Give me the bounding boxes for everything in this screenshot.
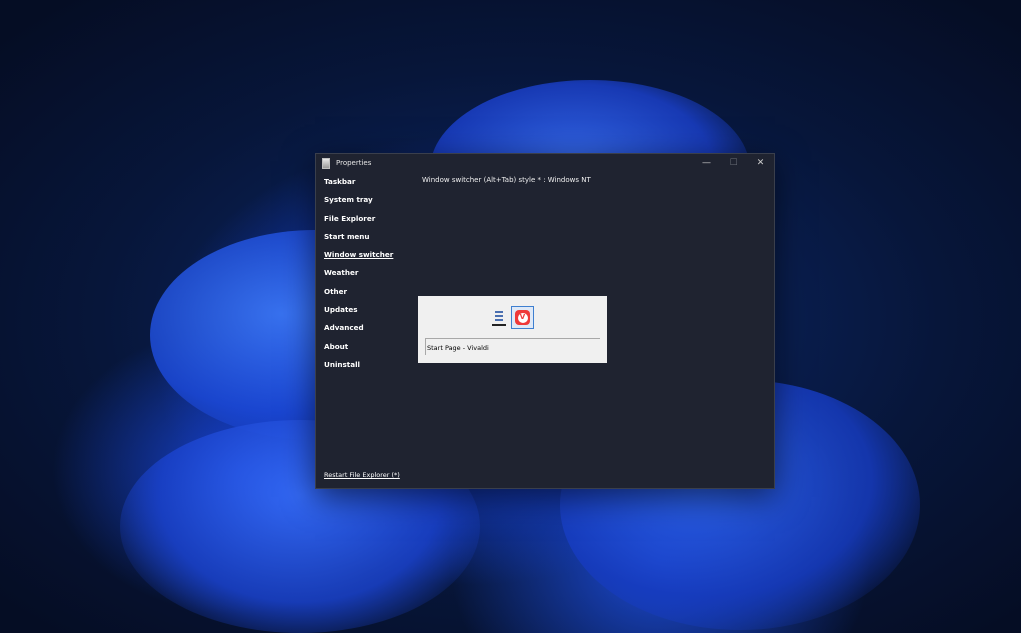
vivaldi-glyph: V — [517, 312, 528, 323]
sidebar-item-updates[interactable]: Updates — [324, 305, 414, 323]
maximize-button[interactable]: ☐ — [720, 154, 747, 172]
preview-thumbnails: V — [490, 306, 534, 329]
sidebar-item-start-menu[interactable]: Start menu — [324, 232, 414, 250]
sidebar-item-window-switcher[interactable]: Window switcher — [324, 250, 414, 268]
minimize-button[interactable]: — — [693, 154, 720, 172]
restart-file-explorer-link[interactable]: Restart File Explorer (*) — [324, 471, 400, 479]
preview-caption: Start Page - Vivaldi — [427, 344, 489, 352]
sidebar-item-weather[interactable]: Weather — [324, 268, 414, 286]
close-button[interactable]: ✕ — [747, 154, 774, 172]
sidebar-nav: Taskbar System tray File Explorer Start … — [324, 177, 414, 378]
window-title: Properties — [336, 159, 372, 167]
window-switcher-style-setting[interactable]: Window switcher (Alt+Tab) style * : Wind… — [422, 176, 591, 184]
sidebar-item-system-tray[interactable]: System tray — [324, 195, 414, 213]
sidebar-item-advanced[interactable]: Advanced — [324, 323, 414, 341]
alt-tab-preview: V Start Page - Vivaldi — [418, 296, 607, 363]
sidebar-item-taskbar[interactable]: Taskbar — [324, 177, 414, 195]
properties-window: Properties — ☐ ✕ Taskbar System tray Fil… — [315, 153, 775, 489]
sidebar-item-uninstall[interactable]: Uninstall — [324, 360, 414, 378]
properties-app-icon — [322, 157, 330, 169]
vivaldi-icon: V — [515, 310, 530, 325]
sidebar-item-about[interactable]: About — [324, 342, 414, 360]
sidebar-item-other[interactable]: Other — [324, 287, 414, 305]
preview-divider — [425, 338, 600, 339]
window-controls: — ☐ ✕ — [693, 154, 774, 172]
notepad-icon — [490, 308, 508, 328]
vivaldi-thumbnail-selected: V — [511, 306, 534, 329]
title-bar[interactable]: Properties — ☐ ✕ — [316, 154, 774, 172]
sidebar-item-file-explorer[interactable]: File Explorer — [324, 214, 414, 232]
preview-caption-border — [425, 339, 426, 355]
